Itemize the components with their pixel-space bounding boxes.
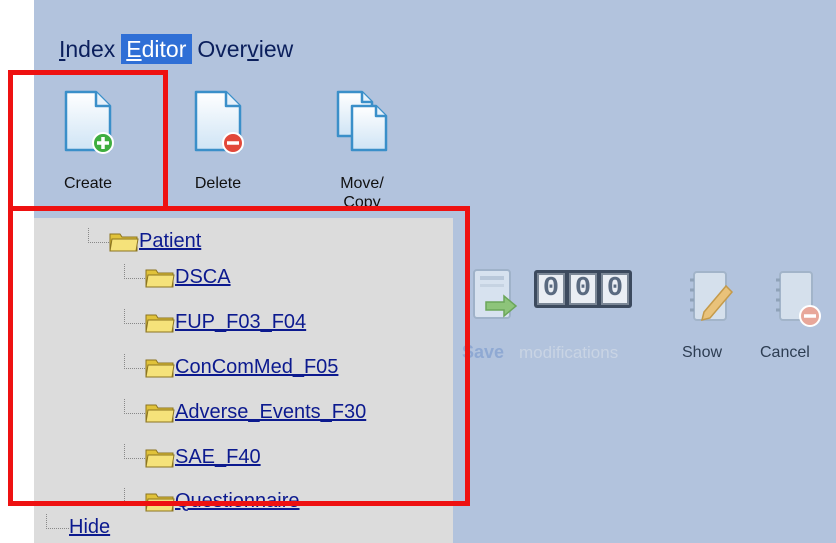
- tree-node-patient[interactable]: Patient: [88, 227, 201, 254]
- folder-icon: [109, 233, 139, 252]
- hide-link[interactable]: Hide: [69, 516, 110, 539]
- counter-digit: 0: [569, 273, 597, 305]
- tree-link-adverse-events[interactable]: Adverse_Events_F30: [175, 401, 366, 424]
- save-arrow-icon: [473, 269, 518, 319]
- modification-counter: 0 0 0: [534, 270, 632, 308]
- tree-link-questionnaire[interactable]: Questionnaire: [175, 490, 300, 513]
- notebook-pencil-icon: [690, 271, 734, 322]
- tree-node[interactable]: DSCA: [124, 263, 231, 290]
- copy-document-icon: [336, 90, 388, 152]
- modifications-label: modifications: [519, 343, 619, 362]
- counter-digit: 0: [537, 273, 565, 305]
- tree-node[interactable]: Questionnaire: [124, 487, 300, 514]
- tab-overview[interactable]: Overview: [192, 34, 299, 64]
- tree-node[interactable]: Adverse_Events_F30: [124, 398, 366, 425]
- tree-link-dsca[interactable]: DSCA: [175, 266, 231, 289]
- tree-link-sae[interactable]: SAE_F40: [175, 446, 261, 469]
- tree-link-concommed[interactable]: ConComMed_F05: [175, 356, 338, 379]
- tree-node-hide[interactable]: Hide: [46, 513, 110, 540]
- folder-icon: [145, 314, 175, 333]
- modifications-toolbar: 0 0 0 Save modifications Show Cancel: [462, 262, 836, 372]
- tree-node[interactable]: ConComMed_F05: [124, 353, 338, 380]
- create-document-icon: [64, 90, 114, 154]
- tree-node[interactable]: FUP_F03_F04: [124, 308, 306, 335]
- app-window: Index Editor Overview Create Delete Move…: [0, 0, 836, 543]
- save-button: Save: [462, 342, 505, 362]
- folder-icon: [145, 493, 175, 512]
- tree-link-fup[interactable]: FUP_F03_F04: [175, 311, 306, 334]
- delete-document-icon: [194, 90, 244, 154]
- tab-index[interactable]: Index: [54, 34, 121, 64]
- counter-digit: 0: [601, 273, 629, 305]
- folder-icon: [145, 449, 175, 468]
- notebook-cancel-icon: [776, 271, 821, 327]
- move-copy-label: Move/ Copy: [340, 175, 384, 211]
- tree-link-patient[interactable]: Patient: [139, 230, 201, 253]
- folder-icon: [145, 269, 175, 288]
- show-button: Show: [682, 344, 723, 361]
- tree-node[interactable]: SAE_F40: [124, 443, 261, 470]
- delete-label: Delete: [194, 175, 242, 192]
- create-label: Create: [63, 175, 113, 192]
- tab-editor[interactable]: Editor: [121, 34, 193, 64]
- folder-icon: [145, 404, 175, 423]
- folder-icon: [145, 359, 175, 378]
- menu-bar: Index Editor Overview: [54, 34, 299, 64]
- cancel-button: Cancel: [760, 344, 810, 361]
- form-tree: Patient DSCA FUP_F03_F04 ConComMed_F05 A…: [34, 218, 453, 543]
